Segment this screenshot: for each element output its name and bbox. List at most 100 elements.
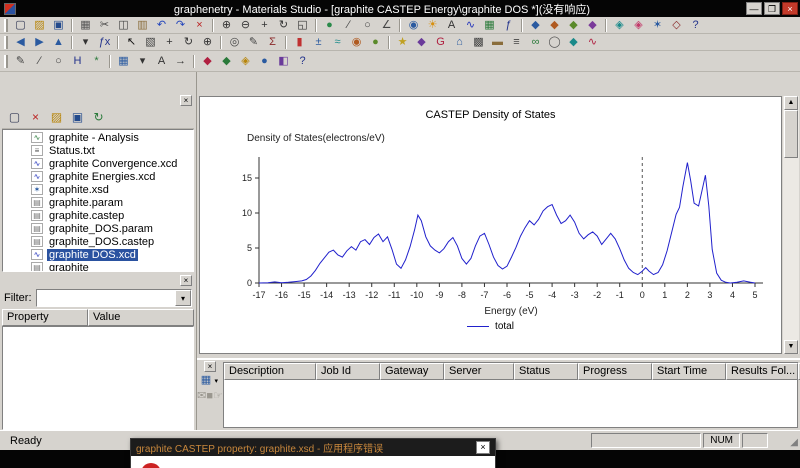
tree-item[interactable]: ∿ graphite Energies.xcd — [3, 170, 193, 183]
gaussian-icon[interactable]: G — [432, 35, 449, 50]
zoom-out-icon[interactable]: ⊖ — [237, 18, 254, 33]
toolbar-grip[interactable] — [4, 54, 8, 68]
tree-item[interactable]: ▤ graphite_DOS.param — [3, 222, 193, 235]
cleave-icon[interactable]: ▬ — [489, 35, 506, 50]
field-icon[interactable]: ≈ — [329, 35, 346, 50]
job-column-header[interactable]: Server — [444, 363, 514, 380]
temperature-icon[interactable]: ▮ — [291, 35, 308, 50]
project-explorer-close-icon[interactable]: × — [180, 95, 192, 106]
density-icon[interactable]: ● — [367, 35, 384, 50]
job-column-header[interactable]: Status — [514, 363, 578, 380]
style-tool-icon[interactable]: ◆ — [218, 53, 235, 70]
delete-icon[interactable]: × — [191, 18, 208, 33]
select-area-icon[interactable]: ▧ — [142, 35, 159, 50]
structure-icon[interactable]: ✶ — [649, 18, 666, 33]
module-amorphous-icon[interactable]: ◆ — [584, 18, 601, 33]
chevron-down-icon[interactable]: ▾ — [215, 377, 223, 385]
help-icon[interactable]: ? — [687, 18, 704, 33]
nanotube-icon[interactable]: ◯ — [546, 35, 563, 50]
job-column-header[interactable]: Gateway — [380, 363, 444, 380]
scrollbar-thumb[interactable] — [784, 110, 798, 158]
module-castep-icon[interactable]: ◆ — [527, 18, 544, 33]
zoom-in-icon[interactable]: ⊕ — [218, 18, 235, 33]
tree-item[interactable]: ✶ graphite.xsd — [3, 183, 193, 196]
arrow-tool-icon[interactable]: → — [172, 53, 189, 70]
properties-explorer-close-icon[interactable]: × — [180, 275, 192, 286]
paste-icon[interactable]: ▥ — [134, 18, 151, 33]
favorites-icon[interactable]: ★ — [394, 35, 411, 50]
ring-tool-icon[interactable]: ○ — [359, 18, 376, 33]
mesocite-icon[interactable]: ◆ — [565, 35, 582, 50]
translate-view-icon[interactable]: + — [256, 18, 273, 33]
tree-item[interactable]: ▤ graphite.param — [3, 196, 193, 209]
builder-icon[interactable]: ⌂ — [451, 35, 468, 50]
bond-tool-icon[interactable]: ∕ — [340, 18, 357, 33]
function-editor-icon[interactable]: ƒx — [96, 35, 113, 50]
minimize-button[interactable]: — — [746, 2, 762, 15]
label-icon[interactable]: A — [443, 18, 460, 33]
materials-icon[interactable]: ◈ — [630, 18, 647, 33]
display-style-icon[interactable]: ◉ — [405, 18, 422, 33]
calculator-icon[interactable]: Σ — [264, 35, 281, 50]
atom-tool-icon[interactable]: ● — [321, 18, 338, 33]
cut-icon[interactable]: ✂ — [96, 18, 113, 33]
chart-viewer-icon[interactable]: ∿ — [462, 18, 479, 33]
view-mode-icon[interactable]: ▦ — [198, 373, 215, 388]
value-column-header[interactable]: Value — [88, 309, 194, 326]
script-icon[interactable]: ƒ — [500, 18, 517, 33]
new-document-icon[interactable]: ▢ — [12, 18, 29, 33]
job-column-header[interactable]: Progress — [578, 363, 652, 380]
alter-icon[interactable]: ✎ — [245, 35, 262, 50]
forward-icon[interactable]: ▶ — [31, 35, 48, 50]
sketch-atom-icon[interactable]: ✎ — [12, 53, 29, 70]
modules-menu-icon[interactable]: ◆ — [413, 35, 430, 50]
charge-icon[interactable]: ± — [310, 35, 327, 50]
job-options-icon[interactable]: ☞ — [213, 390, 223, 402]
refresh-icon[interactable]: ↻ — [89, 109, 108, 126]
job-column-header[interactable]: Results Fol... — [726, 363, 798, 380]
maximize-button[interactable]: ❐ — [764, 2, 780, 15]
fit-view-icon[interactable]: ◱ — [294, 18, 311, 33]
undo-icon[interactable]: ↶ — [153, 18, 170, 33]
chevron-down-icon[interactable]: ▾ — [175, 290, 191, 306]
lighting-icon[interactable]: ☀ — [424, 18, 441, 33]
scroll-up-icon[interactable]: ▲ — [784, 96, 798, 110]
project-icon[interactable]: ◈ — [611, 18, 628, 33]
analysis-menu-icon[interactable]: ∿ — [584, 35, 601, 50]
job-column-header[interactable]: Job Id — [316, 363, 380, 380]
color-tool-icon[interactable]: ◆ — [199, 53, 216, 70]
error-dialog-close-icon[interactable]: × — [476, 441, 490, 454]
save-project-icon[interactable]: ▣ — [68, 109, 87, 126]
stop-job-icon[interactable]: ■ — [206, 390, 213, 402]
render-tool-icon[interactable]: ● — [256, 53, 273, 70]
save-icon[interactable]: ▣ — [50, 18, 67, 33]
recenter-icon[interactable]: ◎ — [226, 35, 243, 50]
selection-cursor-icon[interactable]: ↖ — [123, 35, 140, 50]
delete-item-icon[interactable]: × — [26, 109, 45, 126]
up-icon[interactable]: ▲ — [50, 35, 67, 50]
sketch-ring-icon[interactable]: ○ — [50, 53, 67, 70]
tree-item[interactable]: ≡ Status.txt — [3, 144, 193, 157]
print-icon[interactable]: ▦ — [77, 18, 94, 33]
sketch-line-icon[interactable]: ∕ — [31, 53, 48, 70]
redo-icon[interactable]: ↷ — [172, 18, 189, 33]
copy-icon[interactable]: ◫ — [115, 18, 132, 33]
toolbar-grip[interactable] — [4, 35, 8, 49]
supercell-icon[interactable]: ▩ — [470, 35, 487, 50]
scroll-down-icon[interactable]: ▼ — [784, 340, 798, 354]
options-icon[interactable]: ? — [294, 53, 311, 70]
tree-item[interactable]: ▤ graphite.castep — [3, 209, 193, 222]
resize-grip-icon[interactable]: ◢ — [790, 437, 798, 448]
tree-item[interactable]: ▤ graphite_DOS.castep — [3, 235, 193, 248]
move-icon[interactable]: + — [161, 35, 178, 50]
zoom-mode-icon[interactable]: ⊕ — [199, 35, 216, 50]
property-column-header[interactable]: Property — [2, 309, 88, 326]
tree-item[interactable]: ▤ graphite — [3, 261, 193, 271]
open-icon[interactable]: ▨ — [31, 18, 48, 33]
rotate-icon[interactable]: ↻ — [180, 35, 197, 50]
new-table-icon[interactable]: ▦ — [115, 53, 132, 70]
module-dmol-icon[interactable]: ◆ — [546, 18, 563, 33]
clean-icon[interactable]: * — [88, 53, 105, 70]
polymer-icon[interactable]: ∞ — [527, 35, 544, 50]
toolbar-grip[interactable] — [4, 18, 8, 32]
